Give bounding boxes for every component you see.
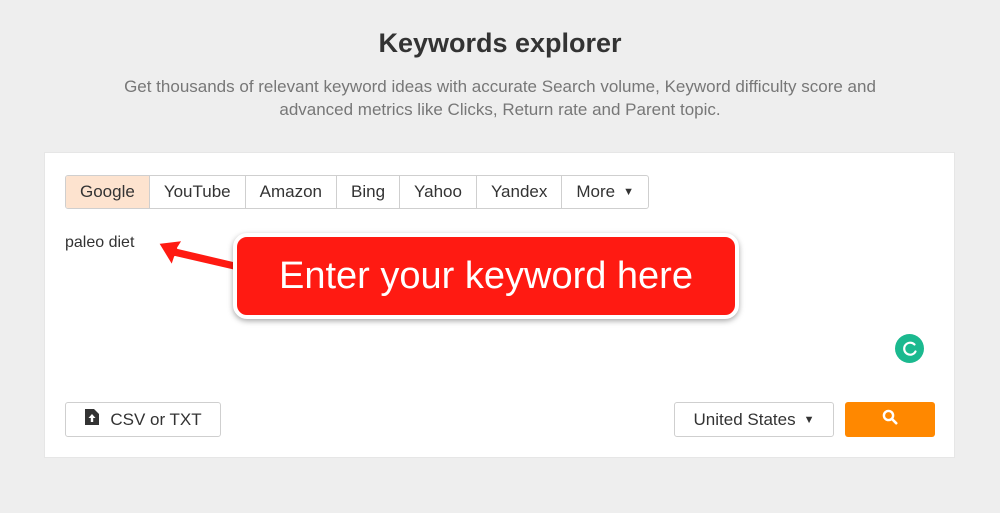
tab-amazon[interactable]: Amazon: [244, 176, 336, 208]
tab-label: More: [576, 182, 616, 201]
file-upload-icon: [84, 408, 100, 431]
page-title: Keywords explorer: [378, 28, 622, 58]
tab-bing[interactable]: Bing: [336, 176, 399, 208]
tab-label: Yahoo: [414, 182, 462, 201]
tab-label: Yandex: [490, 182, 548, 201]
tab-google[interactable]: Google: [66, 176, 149, 208]
annotation-callout: Enter your keyword here: [233, 233, 739, 319]
tab-label: Google: [80, 182, 135, 201]
upload-csv-button[interactable]: CSV or TXT: [65, 402, 221, 437]
tab-label: Amazon: [259, 182, 323, 201]
search-button[interactable]: [845, 402, 935, 437]
country-select[interactable]: United States ▼: [674, 402, 834, 437]
caret-down-icon: ▼: [803, 413, 815, 426]
grammarly-icon[interactable]: [895, 334, 924, 363]
upload-button-label: CSV or TXT: [110, 409, 202, 429]
country-selected-value: United States: [693, 409, 796, 429]
tab-label: YouTube: [163, 182, 231, 201]
caret-down-icon: ▼: [623, 186, 634, 198]
annotation-text: Enter your keyword here: [279, 254, 693, 297]
tab-youtube[interactable]: YouTube: [148, 176, 245, 208]
search-engine-tabs: Google YouTube Amazon Bing Yahoo Yandex …: [65, 175, 649, 209]
tab-yandex[interactable]: Yandex: [475, 176, 561, 208]
tab-more-dropdown[interactable]: More ▼: [561, 176, 648, 208]
search-icon: [882, 409, 898, 430]
tab-yahoo[interactable]: Yahoo: [399, 176, 476, 208]
page-subtitle: Get thousands of relevant keyword ideas …: [124, 77, 876, 119]
tab-label: Bing: [351, 182, 386, 201]
